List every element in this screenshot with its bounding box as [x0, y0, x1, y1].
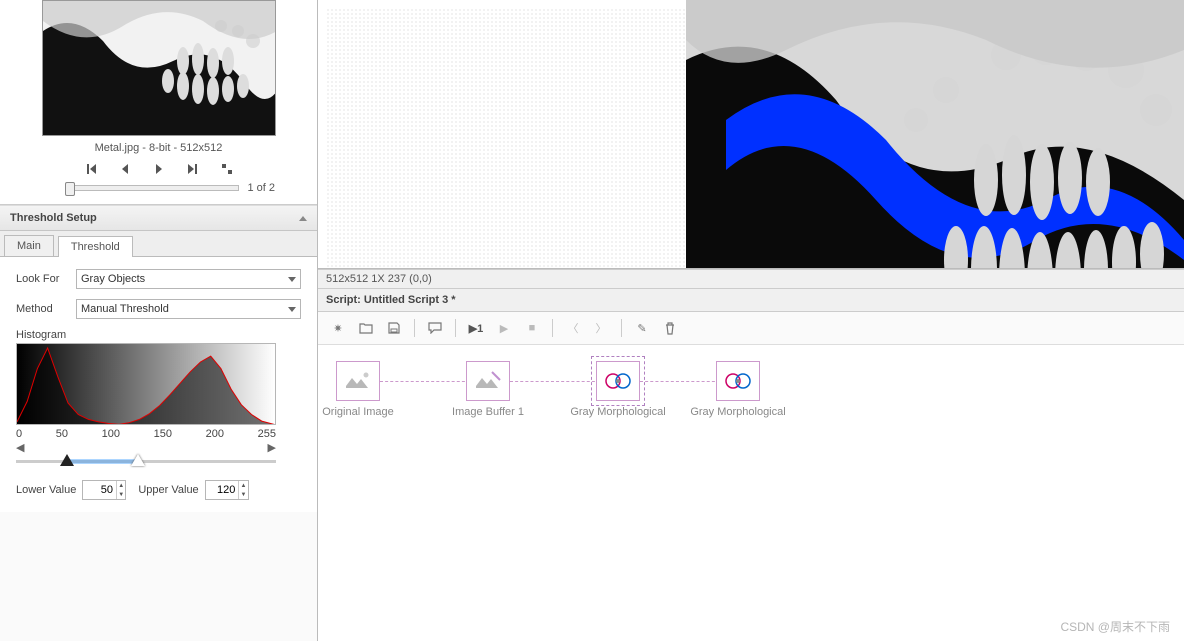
open-icon[interactable] — [356, 318, 376, 338]
spin-up-icon[interactable]: ▲ — [239, 481, 247, 490]
script-node-original-image[interactable]: Original Image — [336, 361, 380, 401]
next-button[interactable] — [150, 162, 168, 176]
upper-value-label: Upper Value — [138, 484, 198, 496]
histogram-chart — [16, 343, 276, 425]
thumbnail-image[interactable] — [42, 0, 276, 136]
run-step-icon[interactable]: ▶1 — [466, 318, 486, 338]
collapse-icon — [299, 216, 307, 221]
page-label: 1 of 2 — [247, 182, 275, 194]
image-preview-panel: Metal.jpg - 8-bit - 512x512 1 of 2 — [0, 0, 317, 205]
script-canvas[interactable]: Original Image Image Buffer 1 Gray Morph… — [318, 345, 1184, 641]
last-button[interactable] — [184, 162, 202, 176]
prev-step-icon[interactable]: 〈 — [563, 318, 583, 338]
script-node-gray-morph-1[interactable]: Gray Morphological — [596, 361, 640, 401]
upper-value-input[interactable]: ▲▼ — [205, 480, 249, 500]
layout-button[interactable] — [218, 162, 236, 176]
lower-handle[interactable] — [60, 454, 74, 466]
comment-icon[interactable] — [425, 318, 445, 338]
chevron-down-icon — [288, 277, 296, 282]
prev-button[interactable] — [116, 162, 134, 176]
tab-threshold[interactable]: Threshold — [58, 236, 133, 257]
stop-icon[interactable]: ■ — [522, 318, 542, 338]
thumbnail-caption: Metal.jpg - 8-bit - 512x512 — [0, 142, 317, 154]
preview-nav — [0, 162, 317, 176]
save-icon[interactable] — [384, 318, 404, 338]
spin-down-icon[interactable]: ▼ — [239, 490, 247, 499]
new-icon[interactable]: ✷ — [328, 318, 348, 338]
threshold-tabs: Main Threshold — [0, 231, 317, 257]
image-status-bar: 512x512 1X 237 (0,0) — [318, 269, 1184, 289]
main-image[interactable] — [686, 0, 1184, 268]
delete-icon[interactable] — [660, 318, 680, 338]
chevron-down-icon — [288, 307, 296, 312]
next-step-icon[interactable]: 〉 — [591, 318, 611, 338]
threshold-panel-header[interactable]: Threshold Setup — [0, 205, 317, 231]
frame-slider[interactable] — [66, 185, 239, 191]
watermark: CSDN @周末不下雨 — [1060, 618, 1170, 635]
spin-down-icon[interactable]: ▼ — [117, 490, 125, 499]
method-dropdown[interactable]: Manual Threshold — [76, 299, 301, 319]
threshold-panel-title: Threshold Setup — [10, 212, 97, 224]
histogram-axis: 0 50 100 150 200 255 — [16, 428, 276, 440]
spin-up-icon[interactable]: ▲ — [117, 481, 125, 490]
threshold-range-slider[interactable] — [16, 456, 276, 466]
first-button[interactable] — [82, 162, 100, 176]
script-node-image-buffer[interactable]: Image Buffer 1 — [466, 361, 510, 401]
lower-value-label: Lower Value — [16, 484, 76, 496]
upper-handle[interactable] — [131, 454, 145, 466]
look-for-label: Look For — [16, 273, 76, 285]
script-window-title: Script: Untitled Script 3 * — [318, 289, 1184, 312]
script-node-gray-morph-2[interactable]: Gray Morphological — [716, 361, 760, 401]
play-icon[interactable]: ▶ — [494, 318, 514, 338]
method-label: Method — [16, 303, 76, 315]
script-toolbar: ✷ ▶1 ▶ ■ 〈 〉 ✎ — [318, 312, 1184, 345]
image-canvas[interactable] — [318, 0, 1184, 269]
edit-icon[interactable]: ✎ — [632, 318, 652, 338]
histogram-label: Histogram — [16, 329, 301, 341]
tab-main[interactable]: Main — [4, 235, 54, 256]
lower-value-input[interactable]: ▲▼ — [82, 480, 126, 500]
look-for-dropdown[interactable]: Gray Objects — [76, 269, 301, 289]
